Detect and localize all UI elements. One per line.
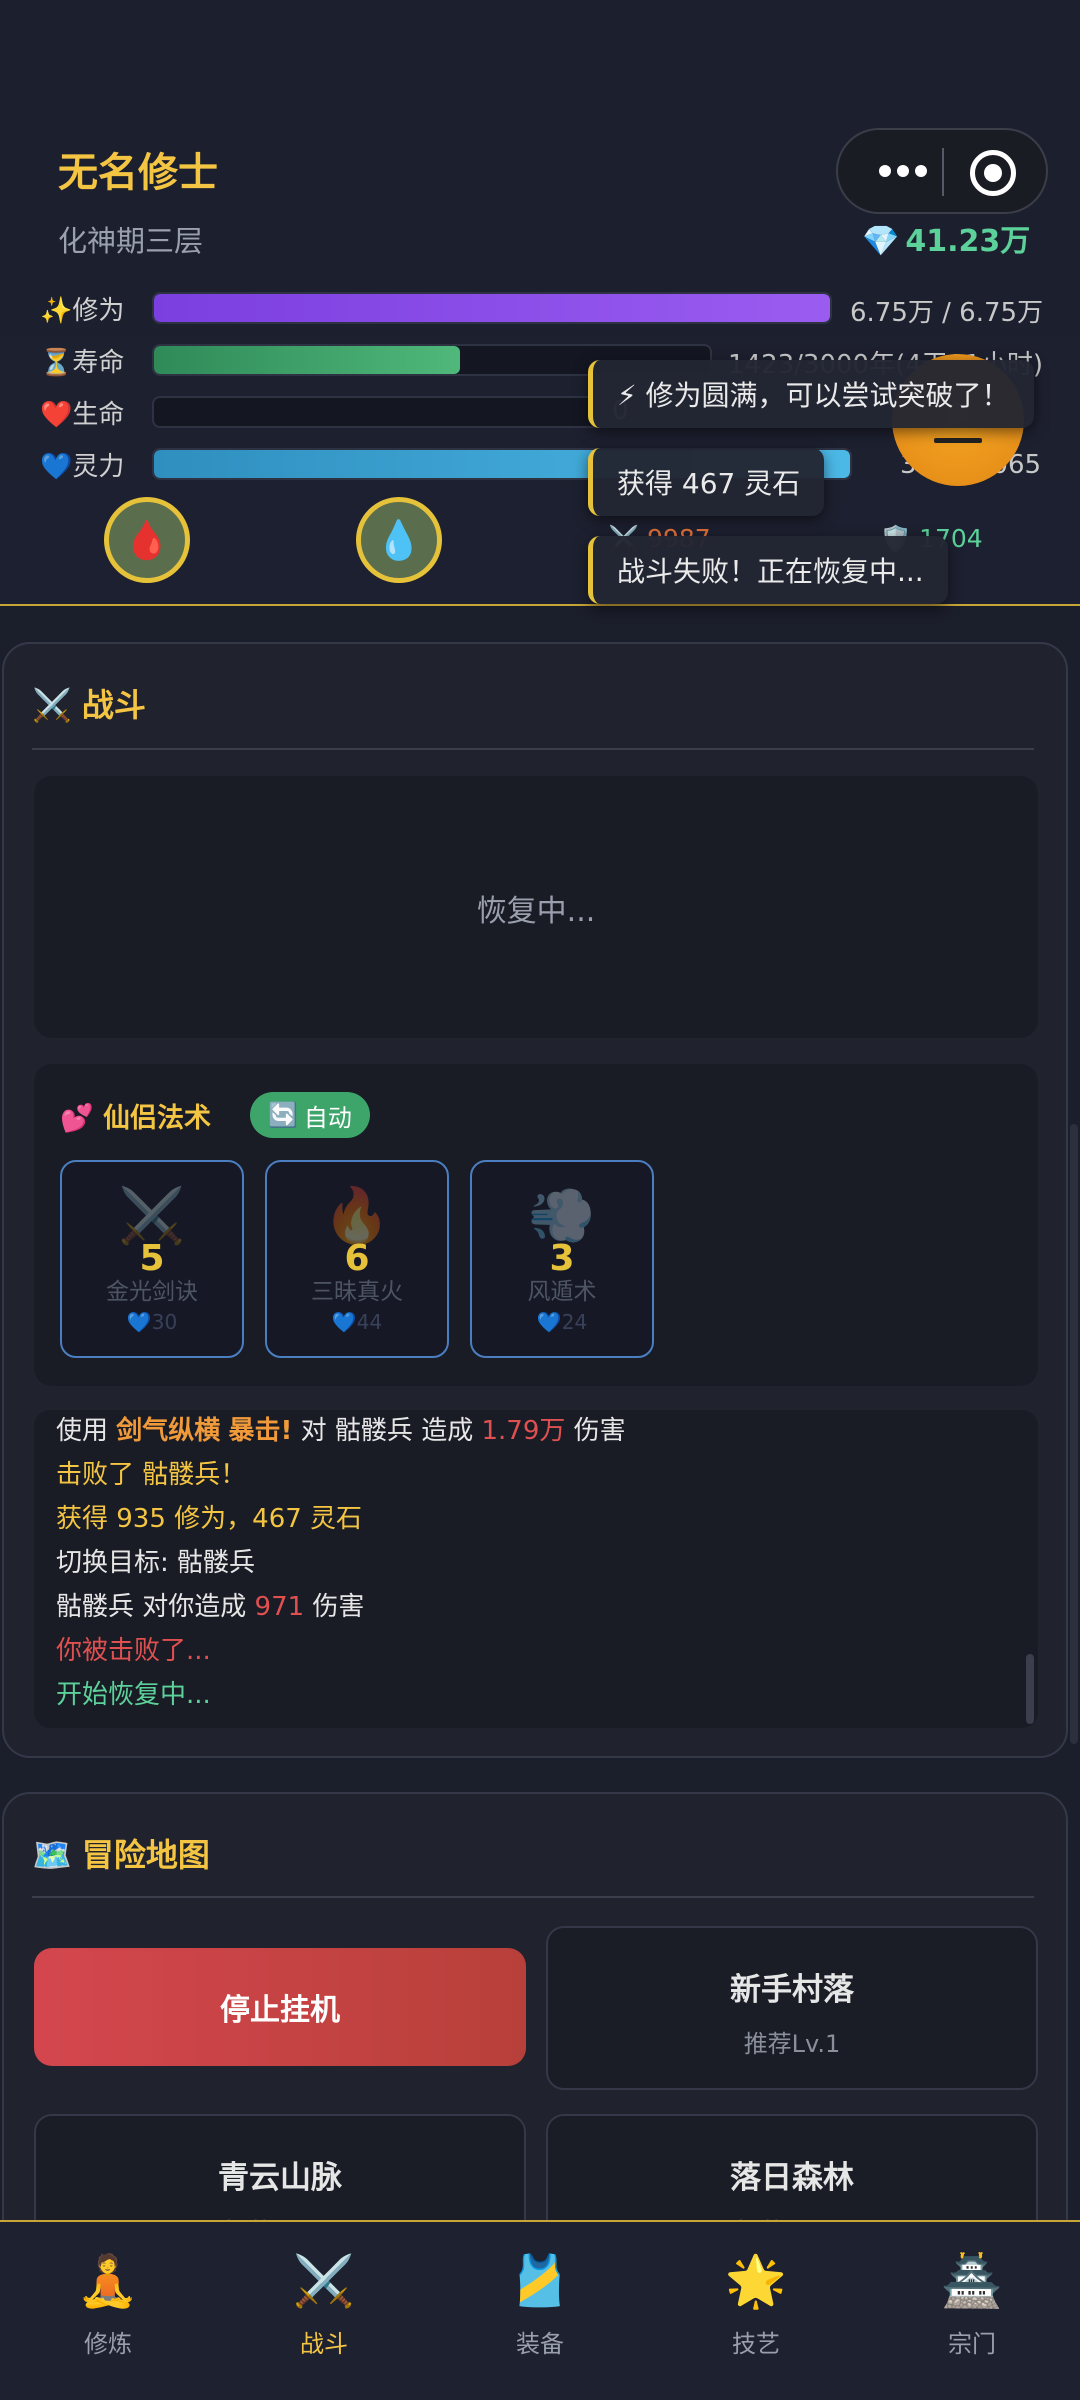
- skill-name: 风遁术: [527, 1279, 597, 1305]
- battle-divider: [32, 748, 1034, 750]
- mana-potion-button[interactable]: 💧: [356, 497, 442, 583]
- log-line: 骷髅兵 对你造成 971 伤害: [56, 1586, 364, 1623]
- map-recommend: 推荐Lv.1: [743, 2030, 841, 2058]
- nav-sect[interactable]: 🏯 宗门: [912, 2252, 1032, 2359]
- nav-label: 装备: [516, 2330, 564, 2358]
- partner-skills-title: 💕 仙侣法术: [60, 1096, 211, 1135]
- log-text: 骷髅兵 对你造成: [56, 1592, 255, 1622]
- auto-toggle-button[interactable]: 🔄 自动: [250, 1092, 370, 1138]
- toast-breakthrough: ⚡ 修为圆满，可以尝试突破了！: [588, 360, 1034, 428]
- log-line: 开始恢复中...: [56, 1680, 211, 1710]
- battle-title: ⚔️ 战斗: [32, 680, 146, 726]
- skill-name: 三昧真火: [311, 1279, 403, 1305]
- log-crit: 暴击!: [228, 1416, 293, 1446]
- toast-reward: 获得 467 灵石: [588, 448, 825, 516]
- repeat-icon: 🔄: [268, 1101, 298, 1129]
- log-text: 伤害: [304, 1592, 365, 1622]
- lifespan-bar-fill: [154, 346, 460, 374]
- player-header: 无名修士 化神期三层 💎 41.23万 ✨修为 6.75万 / 6.75万 ⏳寿命…: [0, 0, 1080, 606]
- cultivation-label: ✨修为: [40, 296, 125, 326]
- log-skill: 剑气纵横: [116, 1416, 221, 1446]
- map-title: 🗺️ 冒险地图: [32, 1830, 210, 1876]
- nav-skills[interactable]: 🌟 技艺: [696, 2252, 816, 2359]
- log-text: 伤害: [565, 1416, 626, 1446]
- nav-equipment[interactable]: 🎽 装备: [480, 2252, 600, 2359]
- nav-label: 技艺: [732, 2330, 780, 2358]
- crossed-swords-icon: ⚔️: [32, 686, 72, 724]
- log-text: 对 骷髅兵 造成: [292, 1416, 482, 1446]
- nav-label: 宗门: [948, 2330, 996, 2358]
- battle-title-text: 战斗: [81, 686, 146, 724]
- skill-card-jinguang[interactable]: ⚔️ 5 金光剑诀 💙30: [60, 1160, 244, 1358]
- auto-label: 自动: [303, 1103, 352, 1132]
- skill-cost: 💙30: [126, 1310, 178, 1334]
- world-map-icon: 🗺️: [32, 1836, 72, 1874]
- nav-cultivate[interactable]: 🧘 修炼: [48, 2252, 168, 2359]
- arena-status: 恢复中...: [476, 894, 596, 929]
- log-line: 获得 935 修为，467 灵石: [56, 1504, 363, 1534]
- toast-defeat: 战斗失败！正在恢复中...: [588, 536, 948, 604]
- more-menu-icon[interactable]: [868, 148, 938, 194]
- meditation-icon: 🧘: [76, 2252, 140, 2310]
- skill-cost: 💙44: [331, 1310, 383, 1334]
- cultivation-value: 6.75万 / 6.75万: [850, 298, 1044, 328]
- map-divider: [32, 1896, 1034, 1898]
- map-name: 落日森林: [730, 2160, 854, 2196]
- log-damage: 1.79万: [481, 1416, 566, 1446]
- battle-arena: 恢复中...: [34, 776, 1038, 1038]
- crossed-swords-icon: ⚔️: [292, 2252, 356, 2310]
- log-text: 使用: [56, 1416, 117, 1446]
- log-damage: 971: [254, 1592, 305, 1622]
- skill-card-fengdun[interactable]: 💨 3 风遁术 💙24: [470, 1160, 654, 1358]
- log-line: 切换目标: 骷髅兵: [56, 1548, 256, 1578]
- capsule-divider: [942, 148, 944, 196]
- lifespan-label: ⏳寿命: [40, 348, 125, 378]
- spirit-stones-value: 41.23万: [905, 224, 1031, 259]
- spirit-stones-display: 💎 41.23万: [862, 216, 1030, 260]
- partner-skills-title-text: 仙侣法术: [103, 1103, 212, 1134]
- map-card-xinshou[interactable]: 新手村落 推荐Lv.1: [546, 1926, 1038, 2090]
- cultivation-bar: [152, 292, 832, 324]
- water-drop-icon: 💧: [375, 517, 423, 562]
- nav-label: 战斗: [300, 2330, 348, 2358]
- stop-idle-button[interactable]: 停止挂机: [34, 1948, 526, 2066]
- blood-drop-icon: 🩸: [123, 517, 171, 562]
- castle-icon: 🏯: [940, 2252, 1004, 2310]
- vest-icon: 🎽: [508, 2252, 572, 2310]
- nav-battle[interactable]: ⚔️ 战斗: [264, 2252, 384, 2359]
- page-scrollbar[interactable]: [1070, 1124, 1078, 1744]
- bottom-nav: 🧘 修炼 ⚔️ 战斗 🎽 装备 🌟 技艺 🏯 宗门: [0, 2220, 1080, 2400]
- health-bar: [152, 396, 602, 428]
- map-name: 青云山脉: [218, 2160, 342, 2196]
- log-line: 你被击败了...: [56, 1636, 211, 1666]
- player-realm: 化神期三层: [58, 224, 204, 258]
- gem-icon: 💎: [862, 224, 900, 259]
- map-title-text: 冒险地图: [81, 1836, 210, 1874]
- health-potion-button[interactable]: 🩸: [104, 497, 190, 583]
- skill-card-sanmei[interactable]: 🔥 6 三昧真火 💙44: [265, 1160, 449, 1358]
- cultivation-bar-fill: [154, 294, 830, 322]
- nav-label: 修炼: [84, 2330, 132, 2358]
- skill-name: 金光剑诀: [106, 1279, 198, 1305]
- skill-cost: 💙24: [536, 1310, 588, 1334]
- map-name: 新手村落: [730, 1972, 854, 2008]
- hearts-icon: 💕: [60, 1103, 94, 1134]
- log-line: 使用 剑气纵横 暴击! 对 骷髅兵 造成 1.79万 伤害: [56, 1410, 626, 1447]
- close-target-icon[interactable]: [970, 150, 1016, 196]
- player-name: 无名修士: [58, 150, 218, 196]
- health-label: ❤️生命: [40, 400, 125, 430]
- mana-label: 💙灵力: [40, 452, 125, 482]
- star-icon: 🌟: [724, 2252, 788, 2310]
- mini-program-capsule: [836, 128, 1048, 214]
- log-line: 击败了 骷髅兵！: [56, 1460, 247, 1490]
- battle-log[interactable]: 使用 剑气纵横 暴击! 对 骷髅兵 造成 1.79万 伤害 击败了 骷髅兵！ 获…: [34, 1410, 1038, 1728]
- log-scrollbar[interactable]: [1026, 1654, 1034, 1724]
